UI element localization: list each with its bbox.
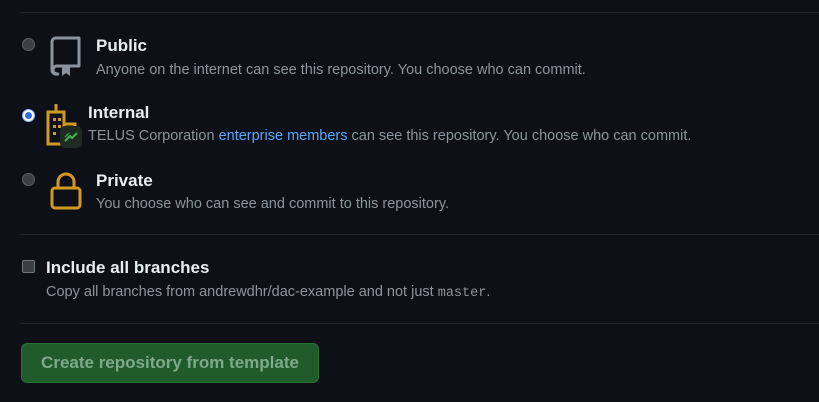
private-title: Private	[96, 171, 153, 190]
public-title: Public	[96, 36, 148, 55]
enterprise-members-link[interactable]: enterprise members	[219, 128, 348, 144]
radio-internal[interactable]	[22, 109, 35, 122]
bottom-divider	[20, 323, 819, 324]
internal-description: TELUS Corporation enterprise members can…	[88, 128, 691, 144]
branches-description-suffix: .	[486, 284, 491, 300]
internal-description-prefix: TELUS Corporation	[88, 128, 219, 144]
middle-divider	[20, 234, 819, 235]
branches-description-prefix: Copy all branches from andrewdhr/dac-exa…	[46, 284, 438, 300]
include-branches-description: Copy all branches from andrewdhr/dac-exa…	[46, 284, 490, 301]
top-divider	[20, 12, 819, 13]
create-repository-button[interactable]: Create repository from template	[21, 343, 319, 383]
include-branches-label[interactable]: Include all branches	[46, 258, 209, 278]
branch-code: master	[437, 286, 487, 301]
repo-icon	[50, 36, 81, 76]
radio-private[interactable]	[22, 173, 35, 186]
lock-icon	[50, 172, 82, 210]
internal-title: Internal	[88, 103, 150, 122]
public-description: Anyone on the internet can see this repo…	[96, 62, 586, 78]
include-branches-checkbox[interactable]	[22, 260, 35, 273]
radio-public[interactable]	[22, 38, 35, 51]
enterprise-avatar-icon	[60, 126, 82, 148]
internal-description-suffix: can see this repository. You choose who …	[347, 128, 692, 144]
private-description: You choose who can see and commit to thi…	[96, 196, 450, 212]
